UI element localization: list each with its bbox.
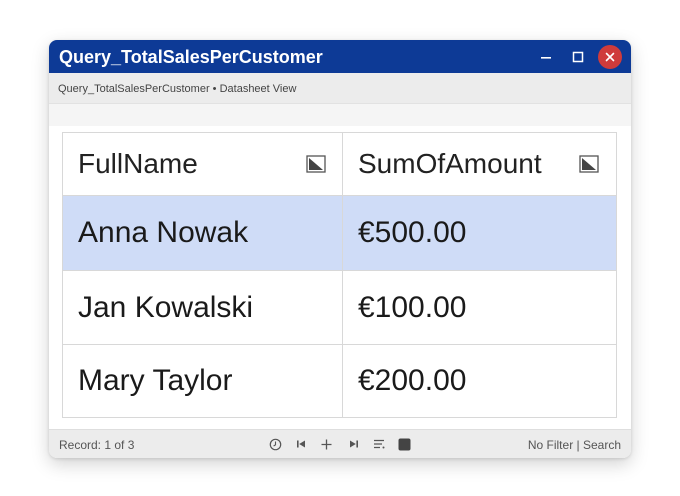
- history-icon: [269, 438, 281, 450]
- new-record-icon: [321, 439, 331, 449]
- close-button[interactable]: [598, 45, 622, 69]
- cell-sumofamount[interactable]: €500.00: [343, 196, 616, 270]
- header-row: FullName SumOfAmount: [63, 133, 616, 196]
- breadcrumb: Query_TotalSalesPerCustomer • Datasheet …: [58, 83, 297, 95]
- maximize-icon: [572, 51, 584, 63]
- column-header-sumofamount[interactable]: SumOfAmount: [343, 133, 616, 195]
- query-window: Query_TotalSalesPerCustomer Query_TotalS…: [49, 40, 631, 458]
- datasheet-grid: FullName SumOfAmount Anna Nowak €500.00 …: [62, 132, 617, 418]
- status-bar: Record: 1 of 3 No Filter | Search: [49, 429, 631, 458]
- history-button[interactable]: [268, 436, 282, 452]
- last-record-button[interactable]: [348, 436, 360, 452]
- first-record-icon: [297, 440, 305, 448]
- title-bar[interactable]: Query_TotalSalesPerCustomer: [49, 40, 631, 73]
- record-indicator: Record: 1 of 3: [59, 438, 135, 452]
- new-record-button[interactable]: [320, 436, 332, 452]
- table-row[interactable]: Jan Kowalski €100.00: [63, 271, 616, 345]
- cell-fullname[interactable]: Jan Kowalski: [63, 271, 343, 344]
- filter-button[interactable]: [372, 436, 386, 452]
- first-record-button[interactable]: [295, 436, 307, 452]
- window-title: Query_TotalSalesPerCustomer: [59, 47, 323, 67]
- minimize-button[interactable]: [533, 44, 559, 70]
- cell-sumofamount[interactable]: €200.00: [343, 345, 616, 417]
- cell-fullname[interactable]: Anna Nowak: [63, 196, 343, 270]
- view-bar: Query_TotalSalesPerCustomer • Datasheet …: [49, 73, 631, 104]
- cell-fullname[interactable]: Mary Taylor: [63, 345, 343, 417]
- table-row[interactable]: Anna Nowak €500.00: [63, 196, 616, 271]
- table-row[interactable]: Mary Taylor €200.00: [63, 345, 616, 417]
- filter-search-status[interactable]: No Filter | Search: [528, 438, 621, 452]
- sort-corner-icon[interactable]: [579, 155, 599, 173]
- sort-corner-icon[interactable]: [306, 155, 326, 173]
- close-icon: [605, 52, 615, 62]
- stop-button[interactable]: [397, 436, 411, 452]
- last-record-icon: [350, 440, 358, 448]
- column-header-fullname[interactable]: FullName: [63, 133, 343, 195]
- minimize-icon: [541, 57, 551, 59]
- filter-icon: [374, 439, 385, 449]
- column-header-label: FullName: [78, 148, 198, 179]
- column-header-label: SumOfAmount: [358, 148, 542, 179]
- stop-icon: [398, 438, 410, 450]
- cell-sumofamount[interactable]: €100.00: [343, 271, 616, 344]
- ribbon-spacer: [49, 104, 631, 126]
- maximize-button[interactable]: [565, 44, 591, 70]
